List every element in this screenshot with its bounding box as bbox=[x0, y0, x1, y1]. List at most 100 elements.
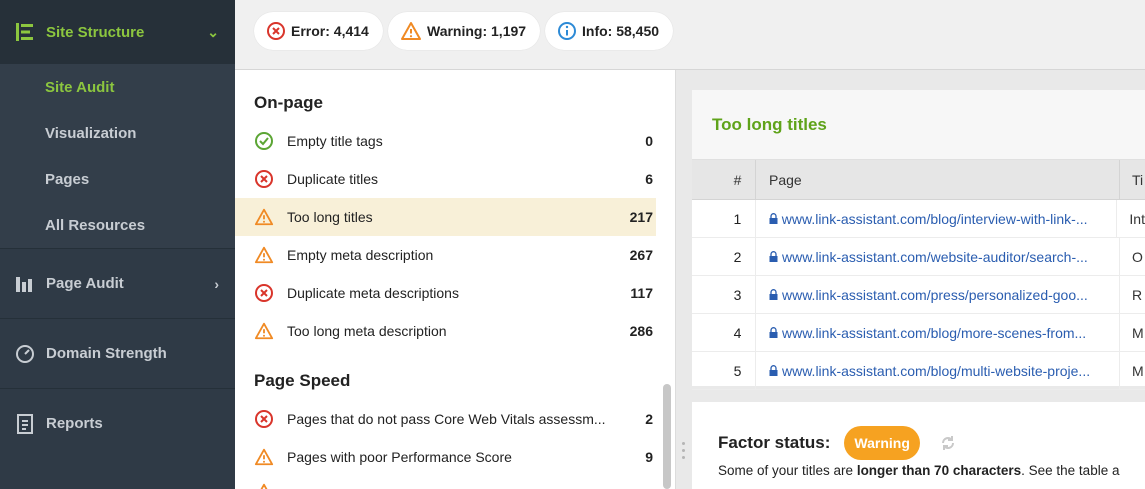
factor-status-line: Factor status: Warning bbox=[718, 426, 956, 460]
list-item-count: 0 bbox=[645, 133, 653, 149]
list-item-label: Empty title tags bbox=[287, 133, 383, 149]
list-item-label: Pages with poor Performance Score bbox=[287, 449, 512, 465]
lock-icon bbox=[769, 213, 778, 224]
row-number: 3 bbox=[733, 286, 742, 303]
page-url: www.link-assistant.com/press/personalize… bbox=[782, 286, 1088, 303]
factor-status-label: Factor status: bbox=[718, 433, 831, 452]
sidebar-item-site-audit[interactable]: Site Audit bbox=[0, 64, 235, 110]
table-row[interactable]: 5 www.link-assistant.com/blog/multi-webs… bbox=[692, 352, 1145, 390]
list-item[interactable]: Empty title tags 0 bbox=[235, 122, 656, 160]
sidebar-item-pages[interactable]: Pages bbox=[0, 156, 235, 202]
error-filter-pill[interactable]: Error: 4,414 bbox=[254, 12, 383, 50]
row-number: 2 bbox=[733, 248, 742, 265]
list-item[interactable]: Empty meta description 267 bbox=[235, 236, 656, 274]
page-url: www.link-assistant.com/blog/interview-wi… bbox=[781, 210, 1088, 227]
sidebar-item-visualization[interactable]: Visualization bbox=[0, 110, 235, 156]
detail-title: Too long titles bbox=[692, 90, 1145, 160]
list-item-count: 6 bbox=[645, 171, 653, 187]
gauge-icon bbox=[14, 343, 36, 365]
warning-filter-pill[interactable]: Warning: 1,197 bbox=[388, 12, 541, 50]
reports-label: Reports bbox=[46, 415, 103, 432]
list-item[interactable]: Pages that do not pass Core Web Vitals a… bbox=[235, 400, 656, 438]
page-audit-label: Page Audit bbox=[46, 275, 124, 292]
error-icon bbox=[254, 283, 274, 303]
page-link[interactable]: www.link-assistant.com/website-auditor/s… bbox=[755, 238, 1120, 275]
error-count: Error: 4,414 bbox=[291, 23, 369, 39]
sidebar-section-domain-strength[interactable]: Domain Strength bbox=[0, 318, 235, 388]
table-row[interactable]: 1 www.link-assistant.com/blog/interview-… bbox=[692, 200, 1145, 238]
error-icon bbox=[267, 22, 285, 40]
sidebar-section-reports[interactable]: Reports bbox=[0, 388, 235, 458]
lock-icon bbox=[769, 365, 778, 376]
error-icon bbox=[254, 169, 274, 189]
site-structure-submenu: Site Audit Visualization Pages All Resou… bbox=[0, 64, 235, 248]
list-item-selected[interactable]: Too long titles 217 bbox=[235, 198, 656, 236]
title-cell: M bbox=[1132, 362, 1144, 379]
list-item[interactable]: Duplicate titles 6 bbox=[235, 160, 656, 198]
check-icon bbox=[254, 131, 274, 151]
section-title-onpage: On-page bbox=[254, 93, 323, 112]
page-link[interactable]: www.link-assistant.com/blog/multi-websit… bbox=[755, 352, 1120, 389]
list-item-partial bbox=[235, 476, 656, 489]
list-item-count: 217 bbox=[629, 209, 653, 225]
column-header-page[interactable]: Page bbox=[755, 160, 1120, 199]
list-item[interactable]: Pages with poor Performance Score 9 bbox=[235, 438, 656, 476]
factor-desc-prefix: Some of your titles are bbox=[718, 463, 857, 478]
list-item[interactable]: Duplicate meta descriptions 117 bbox=[235, 274, 656, 312]
page-url: www.link-assistant.com/blog/more-scenes-… bbox=[782, 324, 1087, 341]
refresh-icon[interactable] bbox=[940, 435, 956, 451]
list-item-label: Too long titles bbox=[287, 209, 373, 225]
table-row[interactable]: 4 www.link-assistant.com/blog/more-scene… bbox=[692, 314, 1145, 352]
page-link[interactable]: www.link-assistant.com/press/personalize… bbox=[755, 276, 1120, 313]
sidebar: Site Structure ⌄ Site Audit Visualizatio… bbox=[0, 0, 235, 489]
warning-icon bbox=[254, 482, 274, 489]
sidebar-section-site-structure[interactable]: Site Structure ⌄ bbox=[0, 0, 235, 64]
error-icon bbox=[254, 409, 274, 429]
list-item-count: 2 bbox=[645, 411, 653, 427]
summary-bar: Error: 4,414 Warning: 1,197 Info: 58,450 bbox=[235, 0, 1145, 70]
scrollbar-thumb[interactable] bbox=[663, 384, 671, 489]
title-cell: M bbox=[1132, 324, 1144, 341]
title-cell: O bbox=[1132, 248, 1143, 265]
info-count: Info: 58,450 bbox=[582, 23, 660, 39]
list-item-count: 267 bbox=[629, 247, 653, 263]
title-cell: Int bbox=[1129, 210, 1145, 227]
factor-status-panel: Factor status: Warning Some of your titl… bbox=[692, 402, 1145, 489]
page-link[interactable]: www.link-assistant.com/blog/interview-wi… bbox=[754, 200, 1118, 237]
chevron-down-icon: ⌄ bbox=[207, 23, 219, 40]
row-number: 5 bbox=[733, 362, 742, 379]
list-scrollbar[interactable] bbox=[661, 70, 673, 489]
sidebar-item-all-resources[interactable]: All Resources bbox=[0, 202, 235, 248]
list-item[interactable]: Too long meta description 286 bbox=[235, 312, 656, 350]
lock-icon bbox=[769, 327, 778, 338]
list-item-label: Duplicate titles bbox=[287, 171, 379, 187]
title-cell: R bbox=[1132, 286, 1143, 303]
site-structure-label: Site Structure bbox=[46, 23, 145, 41]
list-item-label: Empty meta description bbox=[287, 247, 434, 263]
site-structure-icon bbox=[14, 21, 36, 43]
sidebar-section-page-audit[interactable]: Page Audit › bbox=[0, 248, 235, 318]
row-number: 1 bbox=[733, 210, 742, 227]
section-title-page-speed: Page Speed bbox=[254, 371, 351, 390]
column-header-num[interactable]: # bbox=[692, 172, 755, 188]
table-row[interactable]: 2 www.link-assistant.com/website-auditor… bbox=[692, 238, 1145, 276]
reports-icon bbox=[14, 413, 36, 435]
info-icon bbox=[558, 22, 576, 40]
column-header-title[interactable]: Ti bbox=[1120, 172, 1143, 188]
status-badge[interactable]: Warning bbox=[844, 426, 920, 460]
list-item-label: Pages that do not pass Core Web Vitals a… bbox=[287, 411, 606, 427]
warning-icon bbox=[401, 22, 421, 40]
page-url: www.link-assistant.com/website-auditor/s… bbox=[782, 248, 1088, 265]
lock-icon bbox=[769, 251, 778, 262]
list-item-count: 286 bbox=[629, 323, 653, 339]
row-number: 4 bbox=[733, 324, 742, 341]
pane-resize-handle[interactable] bbox=[682, 442, 686, 462]
table-row[interactable]: 3 www.link-assistant.com/press/personali… bbox=[692, 276, 1145, 314]
info-filter-pill[interactable]: Info: 58,450 bbox=[545, 12, 674, 50]
factor-desc-suffix: . See the table a bbox=[1021, 463, 1120, 478]
list-item-count: 9 bbox=[645, 449, 653, 465]
factor-description: Some of your titles are longer than 70 c… bbox=[718, 463, 1119, 478]
warning-count: Warning: 1,197 bbox=[427, 23, 527, 39]
table-header: # Page Ti bbox=[692, 160, 1145, 200]
page-link[interactable]: www.link-assistant.com/blog/more-scenes-… bbox=[755, 314, 1120, 351]
